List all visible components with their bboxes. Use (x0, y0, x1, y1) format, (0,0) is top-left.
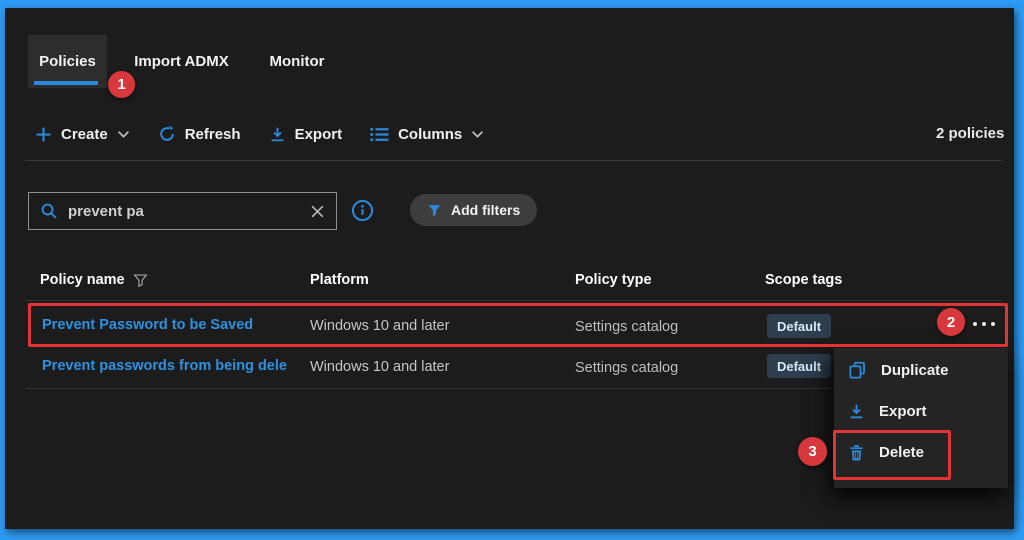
row1-more-options-button[interactable] (973, 322, 995, 326)
create-button[interactable]: Create (35, 126, 130, 143)
row2-scope-tag-badge: Default (767, 354, 831, 378)
policy-type-header-label: Policy type (575, 272, 652, 288)
columns-button[interactable]: Columns (370, 126, 484, 143)
search-box[interactable] (28, 192, 337, 230)
row1-scope-tag-badge: Default (767, 314, 831, 338)
column-header-platform: Platform (310, 272, 369, 288)
duplicate-copy-icon (848, 361, 867, 380)
add-filters-label: Add filters (451, 202, 521, 218)
row2-policy-type: Settings catalog (575, 360, 679, 376)
annotation-step-1: 1 (108, 71, 135, 98)
chevron-down-icon (471, 126, 484, 143)
tab-import-admx[interactable]: Import ADMX (125, 35, 238, 88)
tab-policies-label: Policies (39, 53, 96, 70)
list-columns-icon (370, 127, 389, 142)
add-filters-button[interactable]: Add filters (410, 194, 538, 226)
policy-count: 2 policies (936, 125, 1005, 142)
toolbar-divider (25, 160, 1002, 161)
annotation-step-2-number: 2 (946, 313, 956, 331)
annotation-step-1-number: 1 (117, 76, 126, 93)
tab-import-admx-label: Import ADMX (134, 53, 229, 70)
row1-platform: Windows 10 and later (310, 318, 450, 334)
annotation-step-3: 3 (798, 437, 827, 466)
refresh-icon (158, 125, 176, 143)
row-context-menu: Duplicate Export Delete (834, 348, 1008, 488)
policy-link-prevent-password-saved[interactable]: Prevent Password to be Saved (42, 317, 253, 333)
tab-monitor[interactable]: Monitor (256, 35, 338, 88)
export-button-label: Export (294, 125, 343, 143)
row2-platform: Windows 10 and later (310, 359, 450, 375)
refresh-button[interactable]: Refresh (158, 125, 241, 143)
platform-header-label: Platform (310, 272, 369, 288)
search-icon (40, 202, 58, 220)
delete-label: Delete (879, 444, 925, 461)
clear-search-icon[interactable] (310, 204, 325, 219)
tab-monitor-label: Monitor (269, 53, 325, 70)
export-download-icon (848, 403, 865, 420)
info-icon[interactable] (351, 199, 374, 222)
export-button[interactable]: Export (269, 125, 343, 143)
filter-funnel-outline-icon (133, 273, 148, 288)
export-label: Export (879, 403, 927, 420)
screenshot-frame: Policies Import ADMX Monitor 1 Create Re… (0, 0, 1024, 540)
command-bar: Create Refresh Export Columns (35, 119, 484, 149)
search-input[interactable] (68, 202, 300, 220)
columns-button-label: Columns (398, 125, 463, 143)
annotation-step-2: 2 (937, 308, 965, 336)
chevron-down-icon (117, 126, 130, 143)
tab-policies[interactable]: Policies (28, 35, 107, 88)
refresh-button-label: Refresh (184, 125, 241, 143)
context-menu-export[interactable]: Export (834, 391, 1008, 432)
column-header-policy-type: Policy type (575, 272, 652, 288)
duplicate-label: Duplicate (881, 362, 949, 379)
create-button-label: Create (61, 125, 108, 143)
policy-link-prevent-passwords-deleted[interactable]: Prevent passwords from being dele (42, 358, 287, 374)
row-divider (25, 388, 834, 389)
active-tab-underline (34, 81, 98, 85)
column-header-scope-tags: Scope tags (765, 272, 842, 288)
plus-icon (35, 126, 52, 143)
context-menu-delete[interactable]: Delete (834, 432, 1008, 473)
policy-name-header-label: Policy name (40, 272, 125, 288)
header-divider (25, 300, 1002, 301)
context-menu-duplicate[interactable]: Duplicate (834, 350, 1008, 391)
scope-tags-header-label: Scope tags (765, 272, 843, 288)
row1-policy-type: Settings catalog (575, 319, 679, 335)
filter-funnel-icon (427, 203, 442, 218)
trash-icon (848, 444, 865, 462)
download-icon (269, 126, 286, 143)
annotation-step-3-number: 3 (808, 443, 817, 460)
column-header-policy-name[interactable]: Policy name (40, 272, 148, 288)
